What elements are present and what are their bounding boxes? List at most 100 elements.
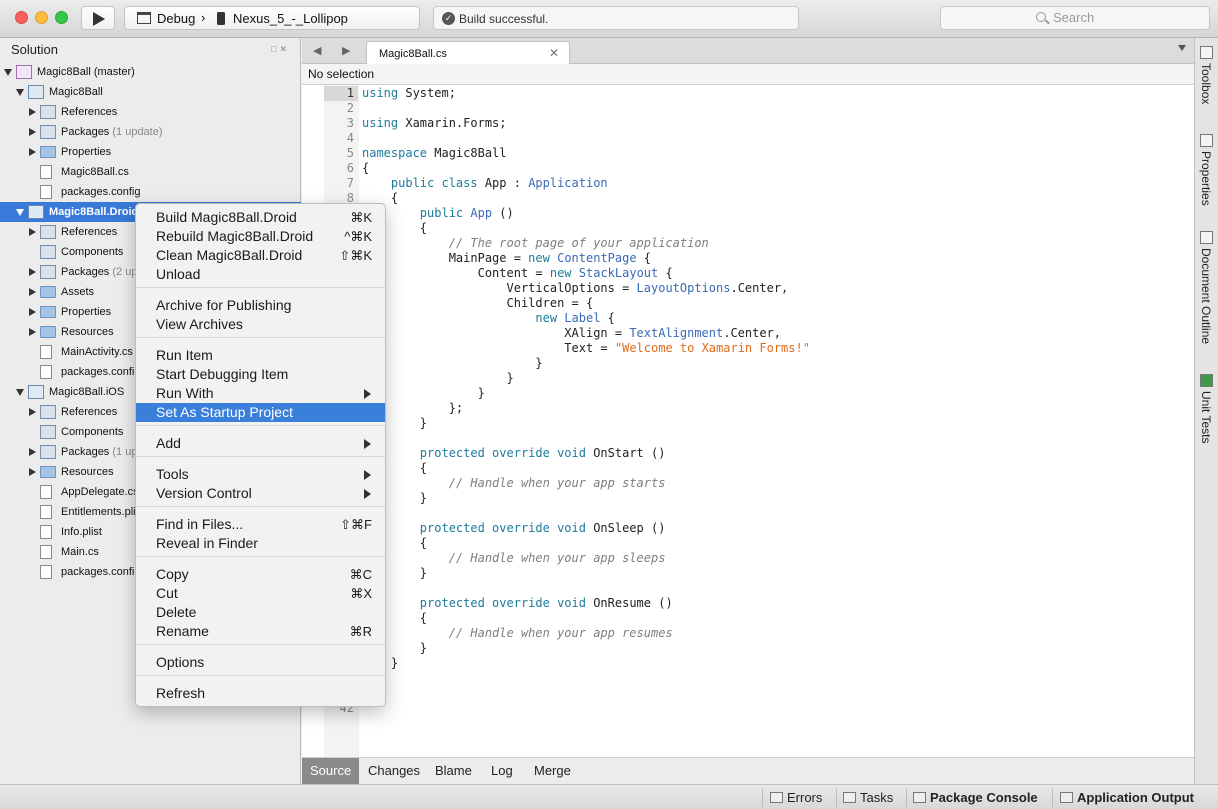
menu-item-unload[interactable]: Unload bbox=[136, 265, 385, 284]
code-line: protected override void OnStart () bbox=[324, 446, 810, 461]
code-line: } bbox=[324, 386, 810, 401]
menu-item-set-as-startup-project[interactable]: Set As Startup Project bbox=[136, 403, 385, 422]
project-icon bbox=[28, 85, 44, 99]
menu-item-rename[interactable]: Rename ⌘R bbox=[136, 622, 385, 641]
package-console-button[interactable]: Package Console bbox=[913, 790, 1038, 805]
references-icon bbox=[40, 425, 56, 439]
expand-right-icon[interactable] bbox=[29, 108, 36, 116]
tree-item[interactable]: Properties bbox=[0, 142, 301, 162]
expand-right-icon[interactable] bbox=[29, 148, 36, 156]
menu-item-rebuild-magic8ball-droid[interactable]: Rebuild Magic8Ball.Droid ^⌘K bbox=[136, 227, 385, 246]
menu-item-version-control[interactable]: Version Control bbox=[136, 484, 385, 503]
menu-separator bbox=[136, 675, 385, 676]
expand-right-icon[interactable] bbox=[29, 228, 36, 236]
file-icon bbox=[40, 185, 52, 199]
menu-item-find-in-files[interactable]: Find in Files... ⇧⌘F bbox=[136, 515, 385, 534]
expand-down-icon[interactable] bbox=[16, 89, 24, 96]
references-icon bbox=[40, 265, 56, 279]
window-minimize-button[interactable] bbox=[35, 11, 48, 24]
menu-item-options[interactable]: Options bbox=[136, 653, 385, 672]
menu-item-clean-magic8ball-droid[interactable]: Clean Magic8Ball.Droid ⇧⌘K bbox=[136, 246, 385, 265]
tree-item-label: AppDelegate.cs bbox=[61, 486, 139, 498]
references-icon bbox=[40, 445, 56, 459]
menu-item-add[interactable]: Add bbox=[136, 434, 385, 453]
dock-toolbox[interactable]: Toolbox bbox=[1199, 46, 1215, 104]
tree-item-label: Packages (1 update) bbox=[61, 126, 163, 138]
nav-forward-icon[interactable]: ▶ bbox=[342, 44, 350, 57]
menu-item-run-with[interactable]: Run With bbox=[136, 384, 385, 403]
tab-log[interactable]: Log bbox=[483, 758, 521, 784]
file-icon bbox=[40, 525, 52, 539]
menu-item-copy[interactable]: Copy ⌘C bbox=[136, 565, 385, 584]
expand-right-icon[interactable] bbox=[29, 468, 36, 476]
run-button[interactable] bbox=[81, 6, 115, 30]
dock-document-outline[interactable]: Document Outline bbox=[1199, 231, 1215, 344]
search-input[interactable] bbox=[1053, 10, 1193, 25]
application-output-button[interactable]: Application Output bbox=[1060, 790, 1194, 805]
window-zoom-button[interactable] bbox=[55, 11, 68, 24]
menu-item-delete[interactable]: Delete bbox=[136, 603, 385, 622]
tree-item[interactable]: Magic8Ball (master) bbox=[0, 62, 301, 82]
tab-blame[interactable]: Blame bbox=[427, 758, 480, 784]
tree-item[interactable]: Packages (1 update) bbox=[0, 122, 301, 142]
tree-item[interactable]: References bbox=[0, 102, 301, 122]
nav-back-icon[interactable]: ◀ bbox=[313, 44, 321, 57]
menu-item-build-magic8ball-droid[interactable]: Build Magic8Ball.Droid ⌘K bbox=[136, 208, 385, 227]
check-icon: ✓ bbox=[442, 12, 455, 25]
tab-magic8ball-cs[interactable]: Magic8Ball.cs ✕ bbox=[366, 41, 570, 65]
chevron-down-icon[interactable] bbox=[1178, 45, 1186, 51]
code-line: { bbox=[324, 611, 810, 626]
code-editor[interactable]: 1 using System; 2 3 using Xamarin.Forms; 4 5 na… bbox=[302, 85, 1194, 757]
menu-item-cut[interactable]: Cut ⌘X bbox=[136, 584, 385, 603]
tab-source[interactable]: Source bbox=[302, 758, 360, 784]
menu-item-run-item[interactable]: Run Item bbox=[136, 346, 385, 365]
dock-properties[interactable]: Properties bbox=[1199, 134, 1215, 206]
tree-item-label: Magic8Ball (master) bbox=[37, 66, 135, 78]
expand-right-icon[interactable] bbox=[29, 288, 36, 296]
menu-item-start-debugging-item[interactable]: Start Debugging Item bbox=[136, 365, 385, 384]
menu-separator bbox=[136, 506, 385, 507]
tree-item[interactable]: Magic8Ball.cs bbox=[0, 162, 301, 182]
errors-pad-button[interactable]: Errors bbox=[770, 790, 822, 805]
expand-right-icon[interactable] bbox=[29, 268, 36, 276]
configuration-selector[interactable]: Debug › Nexus_5_-_Lollipop bbox=[124, 6, 420, 30]
unit-tests-icon bbox=[1200, 374, 1213, 387]
expand-right-icon[interactable] bbox=[29, 128, 36, 136]
expand-right-icon[interactable] bbox=[29, 308, 36, 316]
references-icon bbox=[40, 125, 56, 139]
menu-item-shortcut: ⌘X bbox=[350, 586, 372, 601]
menu-item-view-archives[interactable]: View Archives bbox=[136, 315, 385, 334]
tasks-pad-button[interactable]: Tasks bbox=[843, 790, 893, 805]
tree-item-label: Packages (2 up bbox=[61, 266, 138, 278]
expand-right-icon[interactable] bbox=[29, 328, 36, 336]
expand-right-icon[interactable] bbox=[29, 408, 36, 416]
tree-item[interactable]: Magic8Ball bbox=[0, 82, 301, 102]
window-close-button[interactable] bbox=[15, 11, 28, 24]
tree-item[interactable]: packages.config bbox=[0, 182, 301, 202]
tab-changes[interactable]: Changes bbox=[360, 758, 428, 784]
line-number: 1 bbox=[324, 86, 358, 101]
expand-down-icon[interactable] bbox=[16, 389, 24, 396]
menu-item-label: Rename bbox=[156, 623, 209, 639]
build-status-text: Build successful. bbox=[459, 12, 549, 26]
search-field[interactable] bbox=[940, 6, 1210, 30]
tree-item-label: Magic8Ball.Droid bbox=[49, 206, 139, 218]
submenu-arrow-icon bbox=[364, 389, 371, 399]
expand-down-icon[interactable] bbox=[16, 209, 24, 216]
version-control-tabs: Source Changes Blame Log Merge bbox=[302, 757, 1194, 784]
menu-item-reveal-in-finder[interactable]: Reveal in Finder bbox=[136, 534, 385, 553]
expand-right-icon[interactable] bbox=[29, 448, 36, 456]
status-divider bbox=[1052, 788, 1053, 807]
path-bar[interactable]: No selection bbox=[302, 64, 1194, 85]
pad-controls[interactable]: □✕ bbox=[271, 44, 290, 55]
tab-merge[interactable]: Merge bbox=[526, 758, 579, 784]
code-line: 1 using System; bbox=[324, 86, 810, 101]
code-text: Text = "Welcome to Xamarin Forms!" bbox=[362, 341, 810, 355]
code-line: XAlign = TextAlignment.Center, bbox=[324, 326, 810, 341]
expand-down-icon[interactable] bbox=[4, 69, 12, 76]
menu-item-refresh[interactable]: Refresh bbox=[136, 684, 385, 703]
menu-item-tools[interactable]: Tools bbox=[136, 465, 385, 484]
dock-unit-tests[interactable]: Unit Tests bbox=[1199, 374, 1215, 443]
close-icon[interactable]: ✕ bbox=[549, 46, 559, 60]
menu-item-archive-for-publishing[interactable]: Archive for Publishing bbox=[136, 296, 385, 315]
